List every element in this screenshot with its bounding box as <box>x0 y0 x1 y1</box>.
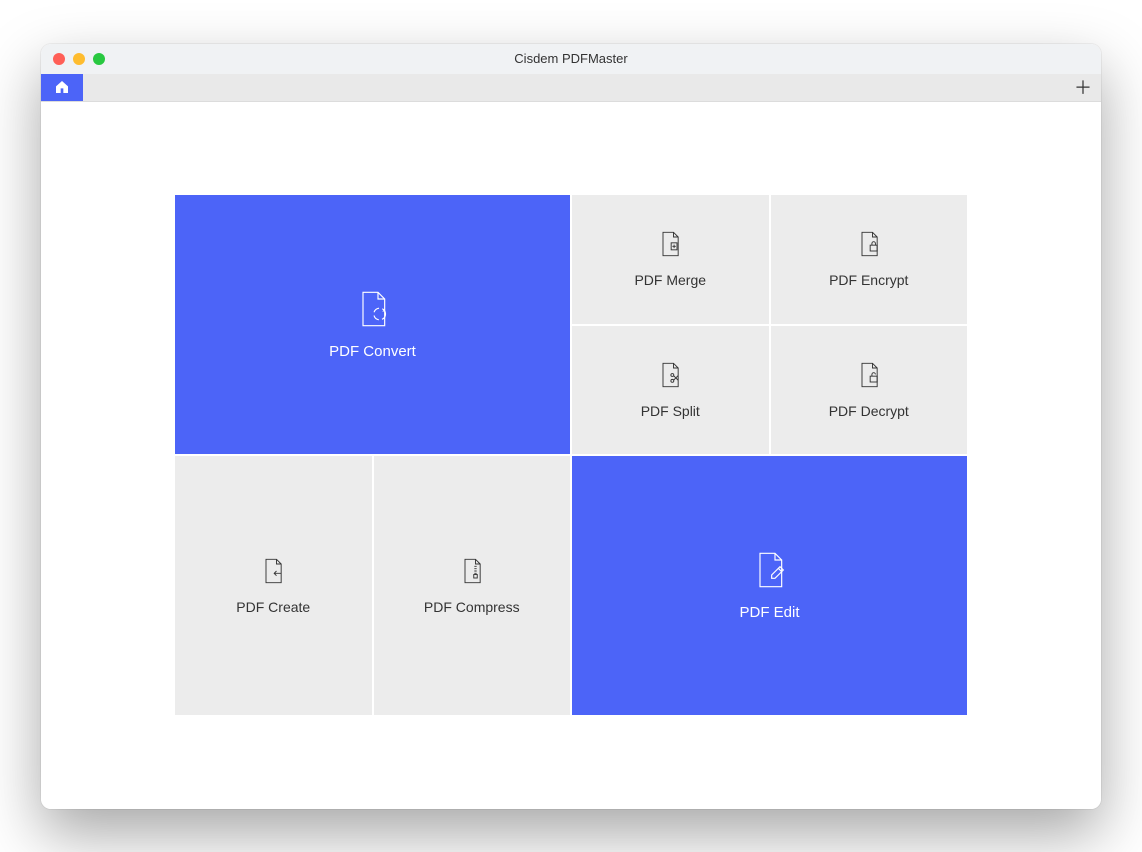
file-compress-icon <box>460 557 484 585</box>
file-create-icon <box>261 557 285 585</box>
file-split-icon <box>658 361 682 389</box>
close-window-button[interactable] <box>53 53 65 65</box>
file-merge-icon <box>658 230 682 258</box>
pdf-encrypt-label: PDF Encrypt <box>829 272 908 288</box>
tab-spacer <box>83 74 1065 101</box>
home-tab[interactable] <box>41 74 83 101</box>
pdf-convert-tile[interactable]: PDF Convert <box>175 195 570 454</box>
titlebar: Cisdem PDFMaster <box>41 44 1101 74</box>
pdf-encrypt-tile[interactable]: PDF Encrypt <box>771 195 968 324</box>
pdf-edit-tile[interactable]: PDF Edit <box>572 456 967 715</box>
app-window: Cisdem PDFMaster ＋ PDF Convert <box>41 44 1101 809</box>
file-unlock-icon <box>857 361 881 389</box>
pdf-merge-tile[interactable]: PDF Merge <box>572 195 769 324</box>
home-icon <box>54 79 70 95</box>
pdf-split-label: PDF Split <box>641 403 700 419</box>
content-area: PDF Convert PDF Merge <box>41 102 1101 809</box>
pdf-create-tile[interactable]: PDF Create <box>175 456 372 715</box>
feature-grid: PDF Convert PDF Merge <box>175 195 967 715</box>
pdf-compress-label: PDF Compress <box>424 599 520 615</box>
maximize-window-button[interactable] <box>93 53 105 65</box>
add-tab-button[interactable]: ＋ <box>1065 74 1101 101</box>
window-title: Cisdem PDFMaster <box>514 51 627 66</box>
pdf-create-label: PDF Create <box>236 599 310 615</box>
pdf-compress-tile[interactable]: PDF Compress <box>374 456 571 715</box>
tabbar: ＋ <box>41 74 1101 102</box>
pdf-merge-label: PDF Merge <box>634 272 706 288</box>
file-lock-icon <box>857 230 881 258</box>
pdf-decrypt-tile[interactable]: PDF Decrypt <box>771 326 968 455</box>
pdf-edit-label: PDF Edit <box>739 604 799 621</box>
pdf-split-tile[interactable]: PDF Split <box>572 326 769 455</box>
plus-icon: ＋ <box>1074 74 1092 100</box>
traffic-lights <box>41 53 105 65</box>
minimize-window-button[interactable] <box>73 53 85 65</box>
pdf-decrypt-label: PDF Decrypt <box>829 403 909 419</box>
file-convert-icon <box>356 289 390 329</box>
pdf-convert-label: PDF Convert <box>329 343 416 360</box>
file-edit-icon <box>753 550 787 590</box>
